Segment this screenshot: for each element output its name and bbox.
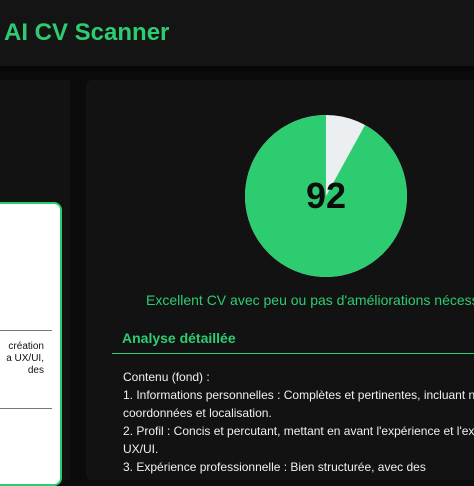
preview-divider (0, 330, 52, 331)
preview-divider (0, 408, 52, 409)
analysis-line: 3. Expérience professionnelle : Bien str… (123, 460, 426, 474)
analysis-divider (112, 353, 474, 354)
cv-preview-card[interactable]: création a UX/UI, des (0, 202, 62, 486)
analysis-line: 2. Profil : Concis et percutant, mettant… (123, 424, 474, 438)
analysis-line: Contenu (fond) : (123, 370, 210, 384)
preview-text-line: a UX/UI, (6, 353, 44, 364)
score-chart: 92 (244, 115, 407, 277)
analysis-line: coordonnées et localisation. (123, 406, 272, 420)
preview-text-line: des (27, 365, 44, 376)
analysis-heading: Analyse détaillée (122, 330, 236, 346)
preview-text-line: création (8, 341, 44, 352)
analysis-line: UX/UI. (123, 442, 159, 456)
score-verdict: Excellent CV avec peu ou pas d'améliorat… (146, 292, 474, 308)
analysis-line: 1. Informations personnelles : Complètes… (123, 388, 474, 402)
app-title: AI CV Scanner (4, 19, 170, 46)
analysis-text: Contenu (fond) : 1. Informations personn… (123, 368, 474, 476)
app-header: AI CV Scanner (0, 0, 474, 66)
score-value: 92 (305, 175, 347, 216)
